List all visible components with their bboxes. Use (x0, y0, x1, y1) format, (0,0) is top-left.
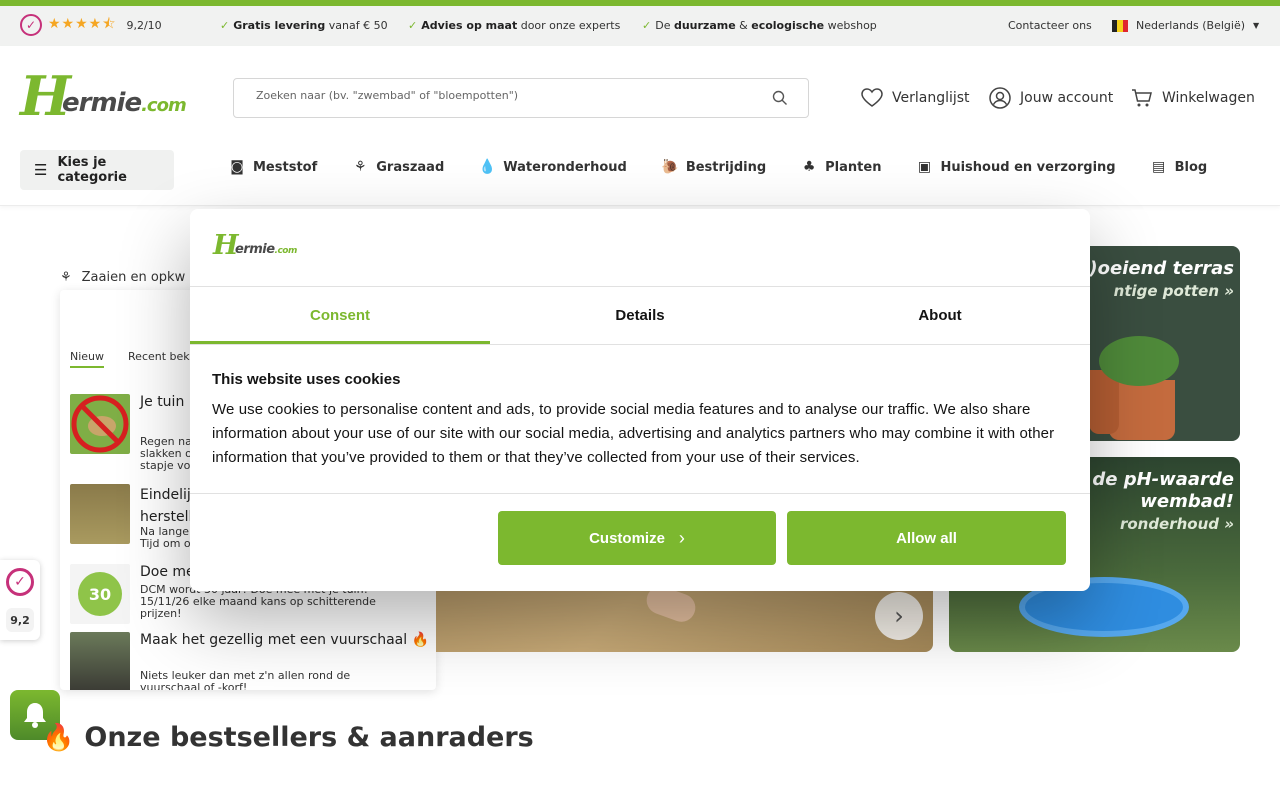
site-logo[interactable]: H ermie.com (20, 66, 195, 126)
hamburger-icon: ☰ (34, 161, 48, 179)
site-header: H ermie.com Verlanglijst Jouw account Wi… (0, 46, 1280, 206)
tab-recent[interactable]: Recent bek (128, 350, 190, 368)
language-selector[interactable]: Nederlands (België) ▼ (1112, 19, 1259, 32)
search-icon[interactable] (772, 90, 788, 106)
rating-stars-icon: ★★★★⯪ (48, 16, 117, 32)
tab-new[interactable]: Nieuw (70, 350, 105, 368)
user-icon (989, 87, 1011, 109)
news-tabs: Nieuw Recent bek (70, 350, 190, 368)
search-box (233, 78, 809, 118)
top-bar: ✓ ★★★★⯪ 9,2/10 ✓ Gratis levering vanaf € … (0, 6, 1280, 46)
nav-item-bestrijding[interactable]: 🐌 Bestrijding (661, 158, 766, 176)
washing-machine-icon: ▣ (917, 159, 932, 175)
no-snail-icon (71, 395, 129, 453)
news-thumbnail (70, 632, 130, 690)
cookie-tabs: Consent Details About (190, 287, 1090, 344)
nav-item-meststof[interactable]: ◙ Meststof (228, 158, 317, 176)
snail-icon: 🐌 (661, 159, 679, 175)
contact-link[interactable]: Contacteer ons (1008, 19, 1092, 32)
language-label: Nederlands (België) (1136, 19, 1246, 32)
cookie-heading: This website uses cookies (212, 371, 401, 388)
background-breadcrumb: ⚘ Zaaien en opkw (60, 270, 186, 285)
rating-value: 9,2/10 (126, 18, 162, 32)
news-thumbnail (70, 484, 130, 544)
tab-about[interactable]: About (790, 287, 1090, 344)
chevron-right-icon: › (678, 527, 685, 548)
nav-item-graszaad[interactable]: ⚘ Graszaad (351, 158, 444, 176)
document-icon: ▤ (1151, 159, 1166, 175)
belgium-flag-icon (1112, 19, 1128, 32)
dialog-logo: H ermie.com (213, 230, 297, 261)
check-icon: ✓ (408, 19, 418, 32)
kiyoh-score: 9,2 (6, 608, 34, 632)
news-thumbnail (70, 394, 130, 454)
allow-all-button[interactable]: Allow all (787, 511, 1066, 565)
tab-details[interactable]: Details (490, 287, 790, 344)
usp-free-delivery: ✓ Gratis levering vanaf € 50 (220, 19, 388, 32)
main-nav: ◙ Meststof ⚘ Graszaad 💧 Wateronderhoud 🐌 Bes… (228, 158, 1241, 176)
fire-icon: 🔥 (42, 722, 75, 753)
list-item[interactable]: Maak het gezellig met een vuurschaal 🔥 N… (70, 632, 430, 690)
wishlist-link[interactable]: Verlanglijst (860, 86, 970, 110)
usp-sustainable: ✓ De duurzame & ecologische webshop (642, 19, 877, 32)
category-menu-button[interactable]: ☰ Kies je categorie (20, 150, 174, 190)
kiyoh-rating[interactable]: ✓ ★★★★⯪ 9,2/10 (20, 13, 162, 37)
svg-text:30: 30 (89, 585, 111, 604)
check-icon: ✓ (220, 19, 230, 32)
cart-link[interactable]: Winkelwagen (1130, 86, 1255, 110)
sprout-icon: ⚘ (60, 270, 72, 285)
account-link[interactable]: Jouw account (988, 86, 1113, 110)
fertilizer-icon: ◙ (230, 159, 244, 175)
cookie-description: We use cookies to personalise content an… (212, 401, 1055, 466)
kiyoh-logo-icon: ✓ (6, 568, 34, 596)
nav-item-blog[interactable]: ▤ Blog (1150, 158, 1207, 176)
nav-item-planten[interactable]: ♣ Planten (800, 158, 882, 176)
heart-icon (861, 88, 883, 107)
news-thumbnail: 30 (70, 564, 130, 624)
dcm-30-badge-icon: 30 (78, 572, 122, 616)
tree-icon: ♣ (802, 159, 816, 175)
chevron-right-icon[interactable]: › (875, 592, 923, 640)
cookie-consent-dialog: H ermie.com Consent Details About This w… (190, 209, 1090, 591)
usp-advice: ✓ Advies op maat door onze experts (408, 19, 621, 32)
sprout-icon: ⚘ (353, 159, 367, 175)
search-input[interactable] (256, 89, 756, 102)
water-drop-icon: 💧 (478, 159, 496, 175)
nav-item-huishoud[interactable]: ▣ Huishoud en verzorging (915, 158, 1116, 176)
check-icon: ✓ (642, 19, 652, 32)
cart-icon (1132, 89, 1152, 107)
bestsellers-heading: 🔥 Onze bestsellers & aanraders (42, 722, 534, 753)
tab-consent[interactable]: Consent (190, 287, 490, 344)
kiyoh-logo-icon: ✓ (20, 14, 42, 36)
plant-leaves (1099, 336, 1179, 386)
nav-item-wateronderhoud[interactable]: 💧 Wateronderhoud (478, 158, 627, 176)
caret-down-icon: ▼ (1253, 21, 1260, 30)
kiyoh-side-widget[interactable]: ✓ 9,2 (0, 560, 40, 640)
customize-button[interactable]: Customize › (498, 511, 776, 565)
